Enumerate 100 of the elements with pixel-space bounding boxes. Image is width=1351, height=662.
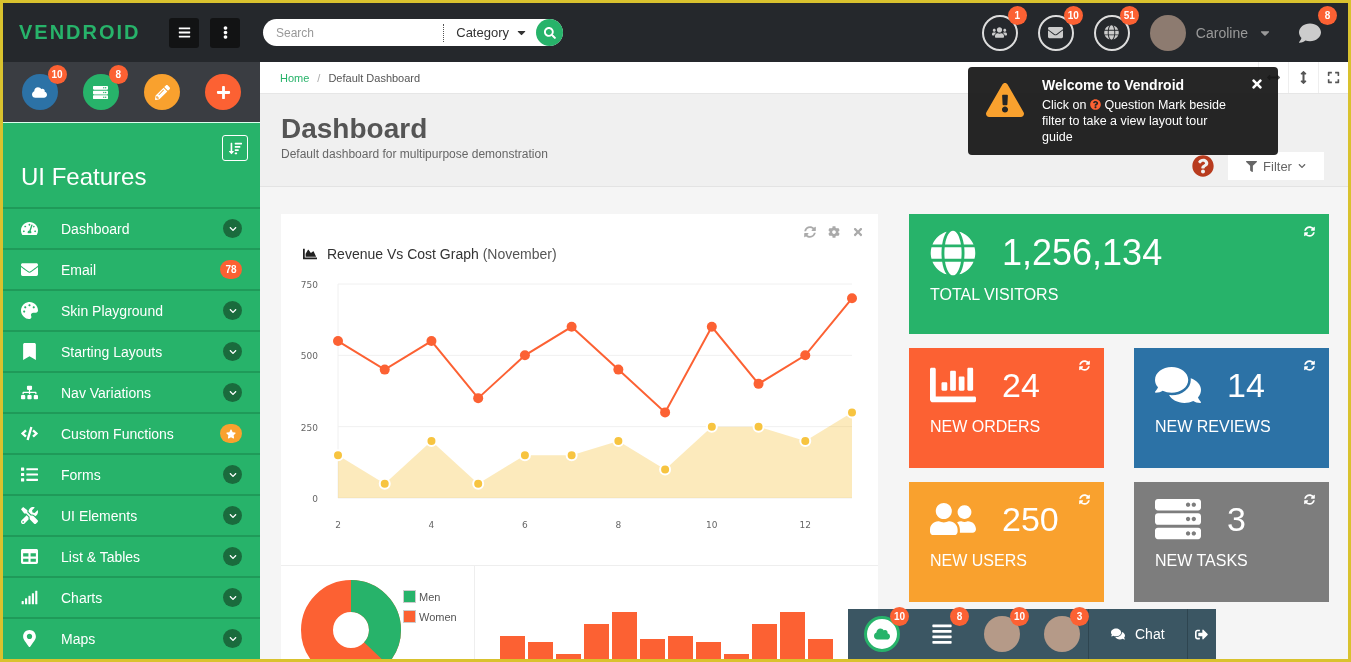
data-point [846, 406, 858, 419]
plus-icon [215, 84, 231, 100]
stat-label: NEW REVIEWS [1155, 418, 1272, 436]
stat-value: 250 [1002, 499, 1059, 539]
page-title: Dashboard [281, 113, 429, 145]
search-field[interactable]: Search Category [263, 19, 563, 46]
count-badge: 8 [1318, 5, 1337, 25]
data-point [378, 477, 391, 490]
sidebar-item[interactable]: Starting Layouts [3, 330, 260, 371]
search-button[interactable] [536, 19, 563, 46]
signal-icon [21, 589, 38, 606]
quick-action-button[interactable] [144, 74, 181, 110]
data-point [518, 449, 531, 462]
menu-button[interactable] [169, 17, 199, 48]
breadcrumb-link[interactable]: Home [280, 71, 310, 84]
chat-button[interactable]: Chat [1088, 609, 1187, 659]
x-axis-label: 6 [522, 520, 528, 530]
close-button[interactable] [1250, 77, 1264, 91]
chevron-icon [1297, 162, 1306, 170]
palette-icon [21, 302, 38, 319]
tour-text: Click on Question Mark beside filter to take a view layout tour guide [1042, 97, 1228, 145]
x-axis-label: 8 [615, 520, 622, 530]
chevron-icon [223, 342, 242, 361]
refresh-icon[interactable] [1304, 226, 1315, 237]
sidebar-item[interactable]: List & Tables [3, 535, 260, 576]
help-icon[interactable] [1192, 155, 1214, 177]
globe-icon [1104, 25, 1120, 40]
more-options-button[interactable] [210, 17, 240, 48]
sidebar-item[interactable]: Nav Variations [3, 371, 260, 412]
x-axis-label: 4 [428, 520, 435, 530]
logo[interactable]: VENDROID [19, 21, 169, 44]
sidebar-item[interactable]: Skin Playground [3, 289, 260, 330]
server-icon [1155, 496, 1201, 542]
cloud-icon [32, 84, 48, 100]
envelope-icon [1048, 25, 1064, 40]
stat-value: 1,256,134 [1002, 232, 1163, 274]
bar [556, 654, 581, 659]
page-subtitle: Default dashboard for multipurpose demonstration [281, 147, 548, 161]
star-icon [220, 424, 242, 443]
count-badge: 78 [220, 260, 242, 279]
data-point [706, 321, 717, 332]
data-point [847, 293, 857, 304]
gauge-icon [21, 220, 38, 237]
refresh-icon[interactable] [1304, 494, 1315, 505]
bar [808, 639, 833, 659]
sidebar-item[interactable]: Custom Functions [3, 412, 260, 453]
sidebar-item[interactable]: Maps [3, 617, 260, 658]
sort-button[interactable] [222, 135, 248, 161]
count-badge: 10 [47, 65, 67, 84]
data-point [519, 350, 530, 361]
bar [612, 612, 637, 659]
stat-value: 14 [1227, 365, 1265, 405]
menu-icon [177, 26, 191, 39]
tools-icon [21, 507, 38, 524]
stat-label: NEW USERS [930, 552, 1028, 570]
user-menu[interactable]: Caroline [1149, 14, 1272, 51]
y-axis-label: 500 [300, 351, 318, 362]
stat-label: NEW TASKS [1155, 552, 1249, 570]
cloud-icon [874, 626, 890, 642]
chevron-icon [223, 506, 242, 525]
tour-title: Welcome to Vendroid [1042, 77, 1186, 93]
refresh-icon[interactable] [1304, 360, 1315, 371]
chevron-icon [223, 219, 242, 238]
expand-icon [1327, 71, 1340, 84]
sidebar-item[interactable]: Email 78 [3, 248, 260, 289]
avatar [1149, 14, 1186, 51]
sidebar-title: UI Features [21, 163, 148, 191]
data-point [800, 350, 811, 361]
data-point [472, 477, 485, 490]
bar [584, 624, 609, 659]
filter-button[interactable]: Filter [1228, 152, 1324, 180]
y-axis-label: 0 [312, 494, 318, 504]
bookmark-icon [21, 343, 38, 360]
refresh-icon[interactable] [1079, 360, 1090, 371]
count-badge: 51 [1119, 5, 1139, 25]
count-badge: 10 [1063, 5, 1083, 25]
sidebar-item[interactable]: UI Elements [3, 494, 260, 535]
data-point [425, 434, 438, 447]
legend-label: Women [419, 610, 457, 623]
breadcrumb-current: Default Dashboard [328, 71, 421, 84]
chevron-icon [223, 301, 242, 320]
data-point [566, 321, 577, 332]
chevron-icon [223, 588, 242, 607]
stat-value: 3 [1227, 499, 1246, 539]
y-axis-label: 750 [300, 280, 318, 290]
server-icon [93, 84, 109, 100]
sidebar-item[interactable]: Charts [3, 576, 260, 617]
count-badge: 10 [1009, 607, 1029, 626]
chat-icon [1299, 21, 1321, 44]
data-point [332, 449, 344, 462]
sidebar-item[interactable]: Dashboard [3, 207, 260, 248]
quick-action-button[interactable] [205, 74, 242, 110]
card-title: Revenue Vs Cost Graph (November) [327, 246, 557, 262]
sidebar-item[interactable]: Forms [3, 453, 260, 494]
chevron-icon [223, 629, 242, 648]
stat-label: NEW ORDERS [930, 418, 1042, 436]
legend-label: Men [419, 590, 441, 603]
users-icon [992, 25, 1008, 40]
category-dropdown[interactable]: Category [443, 23, 536, 42]
map-pin-icon [21, 630, 38, 647]
